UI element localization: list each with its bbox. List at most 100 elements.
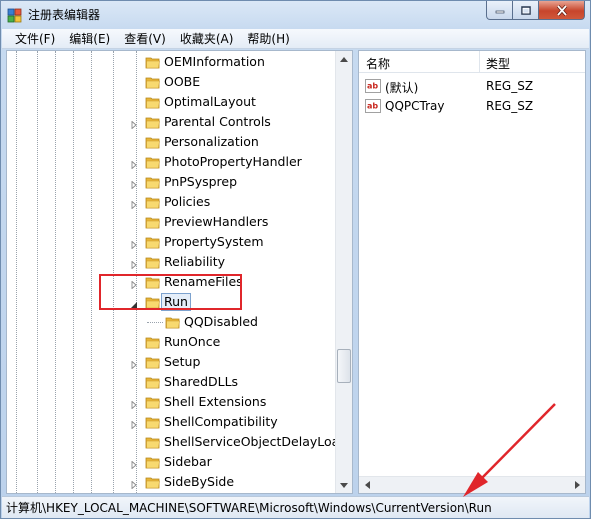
folder-icon	[145, 74, 161, 90]
tree-item-label[interactable]: QQDisabled	[182, 314, 260, 330]
folder-icon	[145, 54, 161, 70]
window-title: 注册表编辑器	[28, 8, 101, 22]
chevron-left-icon	[364, 481, 370, 489]
menu-help[interactable]: 帮助(H)	[240, 29, 296, 49]
folder-icon	[145, 214, 161, 230]
menu-favorites[interactable]: 收藏夹(A)	[173, 29, 241, 49]
minimize-button[interactable]	[486, 1, 513, 20]
tree-vertical-scrollbar[interactable]	[335, 51, 352, 493]
scroll-thumb[interactable]	[337, 349, 351, 383]
collapsed-triangle-icon[interactable]	[130, 238, 138, 250]
value-name: (默认)	[385, 81, 419, 95]
status-bar-path: 计算机\HKEY_LOCAL_MACHINE\SOFTWARE\Microsof…	[2, 496, 589, 518]
folder-icon	[145, 414, 161, 430]
folder-icon	[145, 234, 161, 250]
tree-item-label[interactable]: Sidebar	[162, 454, 214, 470]
column-header-name[interactable]: 名称	[366, 55, 390, 72]
tree-item[interactable]: PropertySystem	[7, 232, 337, 252]
value-row[interactable]: ab QQPCTray REG_SZ	[359, 96, 585, 116]
tree-item[interactable]: Parental Controls	[7, 112, 337, 132]
tree-item-label[interactable]: SideBySide	[162, 474, 236, 490]
tree-item-label[interactable]: Parental Controls	[162, 114, 273, 130]
collapsed-triangle-icon[interactable]	[130, 478, 138, 490]
caption-buttons	[486, 1, 585, 20]
column-header-type[interactable]: 类型	[486, 55, 510, 72]
folder-icon	[145, 154, 161, 170]
close-icon	[556, 4, 567, 16]
tree-item-label[interactable]: Setup	[162, 354, 202, 370]
value-type: REG_SZ	[486, 99, 534, 113]
tree-item[interactable]: PreviewHandlers	[7, 212, 337, 232]
values-list[interactable]: 名称 类型 ab (默认) REG_SZ ab QQPCTray REG_SZ	[358, 50, 586, 494]
tree-item[interactable]: Shell Extensions	[7, 392, 337, 412]
ab-string-icon: ab	[365, 78, 381, 94]
menu-view[interactable]: 查看(V)	[117, 29, 173, 49]
tree-item-label[interactable]: PreviewHandlers	[162, 214, 270, 230]
tree-item[interactable]: OEMInformation	[7, 52, 337, 72]
chevron-down-icon	[340, 482, 348, 488]
tree-item[interactable]: QQDisabled	[7, 312, 337, 332]
tree-item[interactable]: Reliability	[7, 252, 337, 272]
tree-item[interactable]: Personalization	[7, 132, 337, 152]
scroll-down-button[interactable]	[336, 477, 352, 493]
tree-item[interactable]: PnPSysprep	[7, 172, 337, 192]
menu-edit[interactable]: 编辑(E)	[62, 29, 117, 49]
tree-item-label[interactable]: Shell Extensions	[162, 394, 268, 410]
tree-item[interactable]: RunOnce	[7, 332, 337, 352]
tree-item-label[interactable]: PnPSysprep	[162, 174, 239, 190]
column-divider[interactable]	[479, 51, 480, 73]
tree-item[interactable]: SharedDLLs	[7, 372, 337, 392]
tree-item-label[interactable]: SharedDLLs	[162, 374, 240, 390]
menu-bar: 文件(F) 编辑(E) 查看(V) 收藏夹(A) 帮助(H)	[2, 29, 589, 49]
tree-item[interactable]: ShellCompatibility	[7, 412, 337, 432]
tree-item-label[interactable]: RunOnce	[162, 334, 222, 350]
tree-item[interactable]: Policies	[7, 192, 337, 212]
collapsed-triangle-icon[interactable]	[130, 358, 138, 370]
registry-tree[interactable]: OEMInformation OOBE OptimalLayout Parental …	[6, 50, 353, 494]
tree-item-label[interactable]: OptimalLayout	[162, 94, 258, 110]
folder-icon	[145, 354, 161, 370]
menu-file[interactable]: 文件(F)	[8, 29, 62, 49]
tree-item-label[interactable]: PropertySystem	[162, 234, 266, 250]
tree-item[interactable]: OptimalLayout	[7, 92, 337, 112]
regedit-icon	[7, 7, 23, 23]
tree-item[interactable]: Setup	[7, 352, 337, 372]
regedit-window: 注册表编辑器 文件(F) 编辑(E) 查看(V) 收藏夹(A) 帮助(H) OE…	[0, 0, 591, 519]
tree-item[interactable]: SideBySide	[7, 472, 337, 492]
tree-item-label[interactable]: Reliability	[162, 254, 227, 270]
title-bar[interactable]: 注册表编辑器	[1, 1, 590, 29]
close-button[interactable]	[539, 1, 585, 20]
tree-item-label[interactable]: Personalization	[162, 134, 261, 150]
collapsed-triangle-icon[interactable]	[130, 158, 138, 170]
collapsed-triangle-icon[interactable]	[130, 198, 138, 210]
value-type: REG_SZ	[486, 79, 534, 93]
collapsed-triangle-icon[interactable]	[130, 178, 138, 190]
tree-item-label[interactable]: ShellCompatibility	[162, 414, 280, 430]
tree-item[interactable]: PhotoPropertyHandler	[7, 152, 337, 172]
tree-item-label[interactable]: Policies	[162, 194, 212, 210]
scroll-left-button[interactable]	[359, 477, 375, 493]
scroll-up-button[interactable]	[336, 51, 352, 67]
tree-item[interactable]: ShellServiceObjectDelayLoad	[7, 432, 347, 452]
collapsed-triangle-icon[interactable]	[130, 418, 138, 430]
tree-item[interactable]: OOBE	[7, 72, 337, 92]
folder-icon	[145, 194, 161, 210]
tree-item[interactable]: Sidebar	[7, 452, 337, 472]
maximize-button[interactable]	[513, 1, 539, 20]
folder-icon	[145, 454, 161, 470]
collapsed-triangle-icon[interactable]	[130, 458, 138, 470]
tree-item-label[interactable]: ShellServiceObjectDelayLoad	[162, 434, 349, 450]
list-horizontal-scrollbar[interactable]	[359, 476, 585, 493]
collapsed-triangle-icon[interactable]	[130, 398, 138, 410]
chevron-right-icon	[574, 481, 580, 489]
tree-item-label[interactable]: OEMInformation	[162, 54, 267, 70]
tree-item-label[interactable]: OOBE	[162, 74, 202, 90]
scroll-right-button[interactable]	[569, 477, 585, 493]
tree-connector	[147, 322, 163, 323]
collapsed-triangle-icon[interactable]	[130, 258, 138, 270]
collapsed-triangle-icon[interactable]	[130, 118, 138, 130]
folder-icon	[145, 174, 161, 190]
value-row[interactable]: ab (默认) REG_SZ	[359, 76, 585, 96]
folder-icon	[145, 474, 161, 490]
tree-item-label[interactable]: PhotoPropertyHandler	[162, 154, 304, 170]
